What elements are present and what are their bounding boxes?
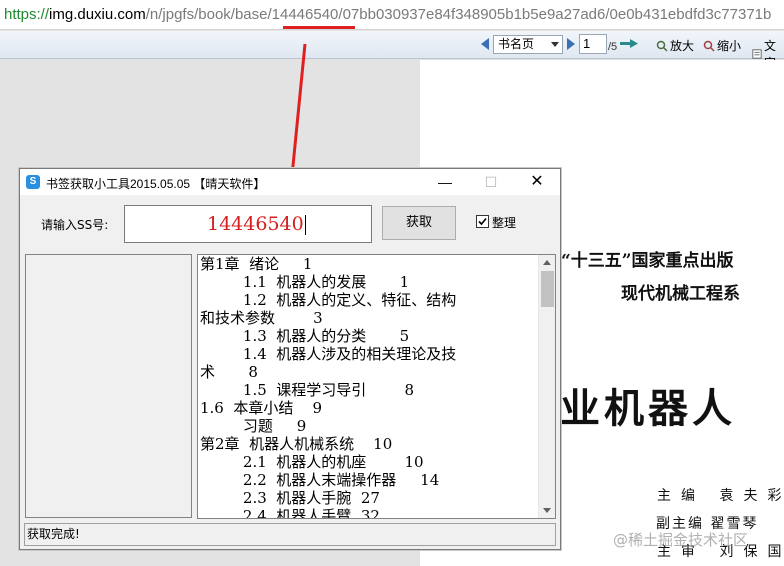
- window-title: 书签获取小工具2015.05.05 【晴天软件】: [46, 177, 266, 191]
- toc-line: 2.3 机器人手腕 27: [200, 489, 380, 507]
- toc-line: 2.4 机器人手臂 32: [200, 507, 380, 518]
- text-caret: [304, 215, 306, 235]
- close-button[interactable]: ✕: [514, 169, 560, 195]
- organize-label[interactable]: 整理: [492, 214, 516, 231]
- maximize-button[interactable]: ☐: [468, 169, 514, 195]
- scroll-up-icon[interactable]: [543, 260, 551, 265]
- bookmark-tool-window: S 书签获取小工具2015.05.05 【晴天软件】 — ☐ ✕ 请输入SS号:…: [19, 168, 561, 550]
- ss-number-value: 14446540: [207, 213, 304, 235]
- toc-line: 1.1 机器人的发展 1: [200, 273, 410, 291]
- toc-line: 第2章 机器人机械系统 10: [200, 435, 393, 453]
- scroll-thumb[interactable]: [541, 271, 554, 307]
- minimize-button[interactable]: —: [422, 169, 468, 195]
- bookmark-tree-pane[interactable]: [25, 254, 192, 518]
- toc-content: 第1章 绪论 1 1.1 机器人的发展 1 1.2 机器人的定义、特征、结构 和技…: [198, 255, 538, 518]
- toc-line: 1.3 机器人的分类 5: [200, 327, 410, 345]
- toc-line: 术 8: [200, 363, 258, 381]
- vertical-scrollbar[interactable]: [538, 255, 555, 518]
- ss-number-label: 请输入SS号:: [41, 218, 109, 232]
- scroll-down-icon[interactable]: [543, 508, 551, 513]
- ss-number-input[interactable]: 14446540: [124, 205, 372, 243]
- toc-line: 习题 9: [200, 417, 307, 435]
- toc-line: 1.6 本章小结 9: [200, 399, 323, 417]
- toc-line: 第1章 绪论 1: [200, 255, 313, 273]
- status-bar: 获取完成!: [24, 523, 556, 546]
- toc-line: 2.1 机器人的机座 10: [200, 453, 424, 471]
- toc-line: 和技术参数 3: [200, 309, 323, 327]
- toc-line: 2.2 机器人末端操作器 14: [200, 471, 440, 489]
- checkmark-icon: [478, 217, 487, 226]
- window-titlebar[interactable]: S 书签获取小工具2015.05.05 【晴天软件】 — ☐ ✕: [20, 169, 560, 195]
- toc-textarea[interactable]: 第1章 绪论 1 1.1 机器人的发展 1 1.2 机器人的定义、特征、结构 和技…: [197, 254, 556, 519]
- organize-checkbox[interactable]: [476, 215, 489, 228]
- toc-line: 1.4 机器人涉及的相关理论及技: [200, 345, 457, 363]
- toc-line: 1.2 机器人的定义、特征、结构: [200, 291, 457, 309]
- fetch-button[interactable]: 获取: [382, 206, 456, 240]
- app-icon: S: [26, 175, 40, 189]
- toc-line: 1.5 课程学习导引 8: [200, 381, 414, 399]
